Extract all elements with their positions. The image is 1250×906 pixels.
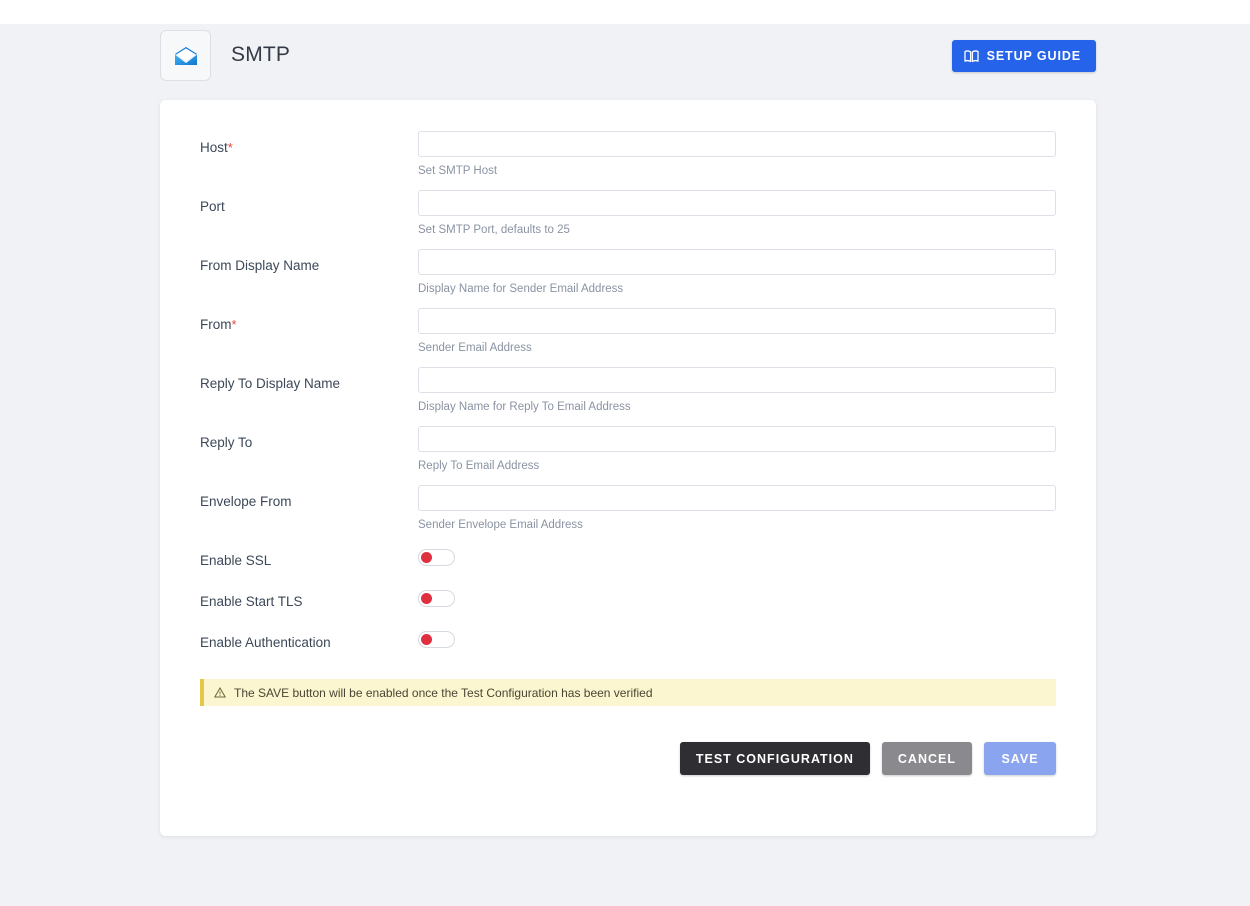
field-label-port: Port	[200, 199, 225, 214]
field-label-reply-to-display-name: Reply To Display Name	[200, 376, 341, 391]
field-label-enable-start-tls: Enable Start TLS	[200, 594, 303, 609]
warning-triangle-icon	[214, 687, 226, 698]
field-label-enable-ssl: Enable SSL	[200, 553, 272, 568]
reply-to-display-name-input[interactable]	[418, 367, 1056, 393]
field-label-envelope-from: Envelope From	[200, 494, 292, 509]
field-hint-from: Sender Email Address	[418, 342, 532, 354]
reply-to-input[interactable]	[418, 426, 1056, 452]
save-disabled-warning: The SAVE button will be enabled once the…	[200, 679, 1056, 706]
warning-text: The SAVE button will be enabled once the…	[234, 685, 653, 700]
form-actions: TEST CONFIGURATION CANCEL SAVE	[200, 742, 1056, 775]
host-input[interactable]	[418, 131, 1056, 157]
field-label-from-display-name: From Display Name	[200, 258, 320, 273]
form-row-envelope-from: Envelope From Sender Envelope Email Addr…	[200, 485, 1096, 544]
setup-guide-button[interactable]: SETUP GUIDE	[951, 40, 1096, 72]
enable-authentication-toggle[interactable]	[418, 631, 455, 648]
field-label-host: Host*	[200, 140, 233, 155]
top-white-strip	[0, 0, 1250, 24]
field-hint-reply-to: Reply To Email Address	[418, 460, 540, 472]
from-display-name-input[interactable]	[418, 249, 1056, 275]
page-title: SMTP	[231, 43, 291, 66]
form-row-enable-ssl: Enable SSL	[200, 544, 1096, 585]
field-hint-reply-to-display-name: Display Name for Reply To Email Address	[418, 401, 631, 413]
envelope-icon	[160, 30, 211, 81]
form-row-port: Port Set SMTP Port, defaults to 25	[200, 190, 1096, 249]
field-label-from: From*	[200, 317, 237, 332]
form-row-host: Host* Set SMTP Host	[200, 131, 1096, 190]
field-hint-port: Set SMTP Port, defaults to 25	[418, 224, 570, 236]
smtp-settings-page: SMTP SETUP GUIDE Host* Set SMTP Host Por…	[0, 0, 1250, 906]
settings-card: Host* Set SMTP Host Port Set SMTP Port, …	[160, 100, 1096, 836]
port-input[interactable]	[418, 190, 1056, 216]
form-row-reply-to-display-name: Reply To Display Name Display Name for R…	[200, 367, 1096, 426]
smtp-form: Host* Set SMTP Host Port Set SMTP Port, …	[200, 131, 1096, 775]
save-button[interactable]: SAVE	[984, 742, 1056, 775]
page-header: SMTP SETUP GUIDE	[160, 30, 1096, 82]
enable-ssl-toggle[interactable]	[418, 549, 455, 566]
required-marker: *	[227, 140, 233, 155]
form-row-from-display-name: From Display Name Display Name for Sende…	[200, 249, 1096, 308]
toggle-knob	[421, 552, 432, 563]
toggle-knob	[421, 593, 432, 604]
field-label-enable-authentication: Enable Authentication	[200, 635, 331, 650]
form-row-enable-start-tls: Enable Start TLS	[200, 585, 1096, 626]
envelope-from-input[interactable]	[418, 485, 1056, 511]
field-hint-from-display-name: Display Name for Sender Email Address	[418, 283, 624, 295]
form-row-reply-to: Reply To Reply To Email Address	[200, 426, 1096, 485]
form-row-enable-authentication: Enable Authentication	[200, 626, 1096, 667]
required-marker: *	[231, 317, 237, 332]
form-row-from: From* Sender Email Address	[200, 308, 1096, 367]
enable-start-tls-toggle[interactable]	[418, 590, 455, 607]
toggle-knob	[421, 634, 432, 645]
field-hint-envelope-from: Sender Envelope Email Address	[418, 519, 583, 531]
test-configuration-button[interactable]: TEST CONFIGURATION	[679, 742, 870, 775]
from-input[interactable]	[418, 308, 1056, 334]
field-label-reply-to: Reply To	[200, 435, 253, 450]
setup-guide-label: SETUP GUIDE	[986, 49, 1081, 63]
cancel-button[interactable]: CANCEL	[881, 742, 972, 775]
book-icon	[963, 49, 979, 63]
field-hint-host: Set SMTP Host	[418, 165, 498, 177]
